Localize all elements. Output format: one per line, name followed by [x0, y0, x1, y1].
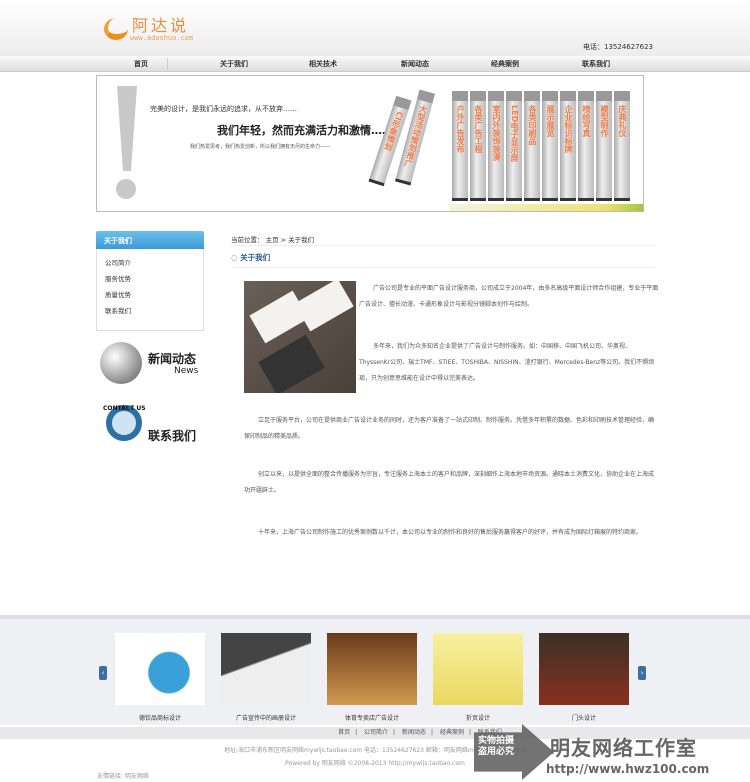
main-content: 当前位置： 主页 > 关于我们 ◌ 关于我们 广告公司是专业的平面广告设计服务商…	[231, 231, 658, 536]
paragraph: 立足于服务平台，公司在提供商业广告设计业务的同时，还为客户准备了一站式印制、制作…	[244, 417, 655, 440]
header-phone: 电话：13524627623	[583, 43, 653, 51]
sidebar-menu: 公司简介 服务优势 质量优势 联系我们	[96, 249, 204, 331]
banner-book: 庆典礼仪	[614, 91, 630, 201]
case-label: 体育专卖店广告设计	[344, 715, 399, 722]
case-label: 折页设计	[465, 715, 490, 722]
footer-link-intro[interactable]: 公司简介	[364, 729, 388, 736]
banner-book: 室内外装饰装潢	[488, 91, 504, 201]
case-image	[221, 633, 311, 705]
business-cards-photo	[244, 281, 356, 393]
logo-swirl-icon	[104, 18, 128, 40]
footer-link-contact[interactable]: 联系我们	[478, 729, 502, 736]
nav-divider	[167, 58, 168, 70]
news-promo-sub: News	[174, 366, 199, 376]
breadcrumb: 当前位置： 主页 > 关于我们	[231, 231, 655, 246]
contact-promo-title: 联系我们	[148, 429, 197, 443]
footer-powered: Powered by 明友网络 ©2008-2013 http://mywljs…	[285, 760, 465, 767]
case-image	[327, 633, 417, 705]
nav-cases[interactable]: 经典案例	[475, 59, 535, 69]
paragraph: 创立以来，以提供全面的整合传播服务为宗旨，专注服务上海本土的客户和品牌，深刻细作…	[244, 471, 655, 494]
sidebar-item-service[interactable]: 服务优势	[97, 271, 203, 287]
contact-promo[interactable]: CONTACT US 联系我们	[96, 397, 206, 453]
banner-book: 各类印刷品	[524, 91, 540, 201]
news-promo-title: 新闻动态	[148, 352, 197, 366]
banner-book: 展示展览	[542, 91, 558, 201]
logo[interactable]: 阿达说 www.adashuo.com	[104, 12, 214, 46]
nav-home[interactable]: 首页	[111, 59, 171, 69]
exclamation-dot	[116, 179, 136, 199]
case-item[interactable]: 体育专卖店广告设计	[327, 633, 417, 722]
case-item[interactable]: 折页设计	[433, 633, 523, 722]
banner-headline: 我们年轻，然而充满活力和激情……	[217, 124, 393, 137]
banner-line-1: 完美的设计，是我们永远的追求，从不放弃……	[150, 105, 297, 113]
case-image	[539, 633, 629, 705]
sidebar-item-contact[interactable]: 联系我们	[97, 303, 203, 319]
nav-contact[interactable]: 联系我们	[566, 59, 626, 69]
banner: 完美的设计，是我们永远的追求，从不放弃…… 我们年轻，然而充满活力和激情…… 我…	[96, 75, 644, 212]
sidebar-item-quality[interactable]: 质量优势	[97, 287, 203, 303]
main-nav: 首页 关于我们 相关技术 新闻动态 经典案例 联系我们	[0, 56, 750, 72]
banner-book: LED电子显示屏	[506, 91, 522, 201]
case-item[interactable]: 门头设计	[539, 633, 629, 722]
banner-line-3: 我们热爱思考，我们热爱创新，所以我们拥有无尽的生命力——	[190, 144, 331, 150]
section-title: ◌ 关于我们	[231, 246, 655, 268]
nav-about[interactable]: 关于我们	[204, 59, 264, 69]
paragraph: 多年来，我们为众多知名企业提供了广告设计与制作服务。如：中国移、中国飞机公司、华…	[359, 343, 655, 382]
banner-reflection	[449, 204, 643, 211]
carousel-next-button[interactable]: ›	[638, 666, 646, 680]
header: 阿达说 www.adashuo.com 电话：13524627623	[0, 0, 750, 56]
nav-news[interactable]: 新闻动态	[385, 59, 445, 69]
banner-book: 企业标识标牌	[560, 91, 576, 201]
case-item[interactable]: 广告宣传中的画册设计	[221, 633, 311, 722]
banner-book: 喷绘写真	[578, 91, 594, 201]
sidebar: 关于我们 公司简介 服务优势 质量优势 联系我们	[96, 231, 204, 331]
card-shape	[249, 290, 309, 344]
card-shape	[294, 281, 354, 332]
banner-book: 户外广告发布	[452, 91, 468, 201]
drop-icon: ◌	[231, 253, 241, 262]
paragraph: 广告公司是专业的平面广告设计服务商，公司成立于2004年，由多名高级平面设计师合…	[359, 285, 659, 308]
globe-icon	[100, 342, 142, 384]
footer-link-home[interactable]: 首页	[338, 729, 350, 736]
logo-name: 阿达说	[132, 16, 190, 35]
section-title-text: 关于我们	[240, 253, 271, 262]
nav-tech[interactable]: 相关技术	[293, 59, 353, 69]
paragraph: 十年来，上海广告公司制作施工的优秀案例数以千计，本公司以专业的制作和良好的售后服…	[258, 529, 643, 536]
carousel-prev-button[interactable]: ‹	[99, 666, 107, 680]
case-label: 德钦品商标设计	[138, 715, 181, 722]
friend-links[interactable]: 友情链接: 明友网络	[97, 771, 149, 780]
banner-book: 各类广告工程	[470, 91, 486, 201]
case-item[interactable]: 德钦品商标设计	[115, 633, 205, 722]
footer-links: 首页 | 公司简介 | 新闻动态 | 经典案例 | 联系我们	[0, 727, 750, 739]
case-image	[433, 633, 523, 705]
logo-url: www.adashuo.com	[130, 34, 194, 42]
contact-us-badge: CONTACT US	[103, 405, 146, 412]
card-shape	[258, 334, 325, 393]
case-label: 门头设计	[571, 715, 596, 722]
sidebar-title: 关于我们	[96, 231, 204, 249]
news-promo[interactable]: 新闻动态 News	[96, 338, 206, 394]
footer-link-cases[interactable]: 经典案例	[440, 729, 464, 736]
case-image	[115, 633, 205, 705]
sidebar-item-intro[interactable]: 公司简介	[97, 255, 203, 271]
footer-address: 地址:海口市浦东新区明友网络mywljs.taobao.com 电话：13524…	[223, 747, 527, 754]
footer-link-news[interactable]: 新闻动态	[402, 729, 426, 736]
banner-book: 模型制作	[596, 91, 612, 201]
case-label: 广告宣传中的画册设计	[235, 715, 296, 722]
exclamation-icon	[117, 86, 137, 171]
